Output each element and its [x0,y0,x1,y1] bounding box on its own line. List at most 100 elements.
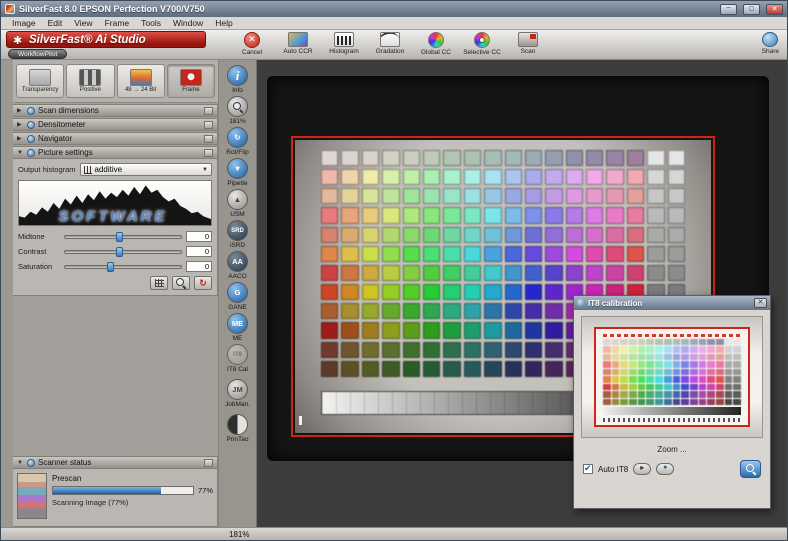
transparency-mode-button[interactable]: Transparency [16,64,64,98]
expert-grid-button[interactable] [150,276,168,290]
slider-handle[interactable] [116,247,123,257]
dialog-titlebar[interactable]: IT8 calibration [574,296,770,310]
magnifier-icon [175,277,187,289]
title-bar[interactable]: SilverFast 8.0 EPSON Perfection V700/V75… [1,1,787,17]
share-button[interactable]: Share [762,30,779,59]
window-title: SilverFast 8.0 EPSON Perfection V700/V75… [19,4,714,14]
frame-icon [180,69,202,86]
menu-window[interactable]: Window [167,18,209,28]
dialog-close-button[interactable] [754,298,767,308]
panel-scan-dimensions[interactable]: Scan dimensions [13,104,218,117]
rotate-flip-icon: ↻ [227,127,248,148]
it8-target-preview [581,316,763,438]
tool-job-manager[interactable]: JM JobMan. [225,379,250,408]
silverfast-logo: ✱ SilverFast® Ai Studio [6,31,206,48]
expand-arrow-icon[interactable] [17,107,24,114]
magnifier-icon [745,463,757,475]
saturation-slider[interactable] [64,265,182,269]
tool-multi-exposure[interactable]: ME ME [227,313,248,342]
pipette-icon: ▼ [227,158,248,179]
job-manager-icon: JM [227,379,248,400]
tool-info[interactable]: i Info [227,65,248,94]
zoom-histogram-button[interactable] [172,276,190,290]
frame-mode-button[interactable]: Frame [167,64,215,98]
auto-it8-checkbox[interactable] [583,464,593,474]
stop-button[interactable] [656,463,674,475]
midtone-row: Midtone [18,231,212,242]
menu-edit[interactable]: Edit [42,18,69,28]
menu-help[interactable]: Help [209,18,238,28]
gradation-curve-icon [380,32,400,47]
dialog-title: IT8 calibration [588,299,751,308]
prescan-label: Prescan [52,474,213,483]
tool-rotate-flip[interactable]: ↻ Rot/Flip [226,127,248,156]
tool-printao[interactable]: PrinTao [226,414,248,443]
panel-detach-icon[interactable] [204,107,213,115]
menu-view[interactable]: View [68,18,98,28]
global-color-icon [428,32,444,48]
panel-picture-settings[interactable]: Picture settings [13,146,218,159]
bit-depth-button[interactable]: 48 → 24 Bit [117,64,165,98]
expand-arrow-icon[interactable] [17,135,24,142]
scanner-status-body: Prescan 77% Scanning Image (77%) [13,469,218,527]
expand-arrow-icon[interactable] [17,121,24,128]
main-toolbar: Cancel Auto CCR Histogram Gradation Glob… [211,30,549,59]
collapse-arrow-icon[interactable] [17,150,24,156]
dialog-icon [577,299,585,307]
mini-it8-chart [594,327,750,427]
picture-settings-body: Output histogram additive ▼ Midtone [13,159,218,296]
status-bar: 181% [1,527,787,540]
slider-handle[interactable] [116,232,123,242]
tool-zoom[interactable]: 181% [227,96,248,125]
histogram-icon [334,32,354,47]
close-button[interactable] [766,4,783,15]
saturation-value-input[interactable] [186,261,212,272]
midtone-slider[interactable] [64,235,182,239]
selective-cc-button[interactable]: Selective CC [461,32,503,59]
midtone-value-input[interactable] [186,231,212,242]
menu-frame[interactable]: Frame [99,18,136,28]
tool-usm[interactable]: ▲ USM [227,189,248,218]
panel-detach-icon[interactable] [204,121,213,129]
scan-button[interactable]: Scan [507,32,549,59]
tool-aaco[interactable]: AA AACO [227,251,248,280]
menu-tools[interactable]: Tools [135,18,167,28]
scanner-icon [518,32,538,47]
reset-button[interactable] [194,276,212,290]
tool-it8-calibration[interactable]: IT8 IT8 Cal [227,344,248,373]
auto-ccr-icon [288,32,308,47]
tool-gane[interactable]: G GANE [227,282,248,311]
histogram-mode-select[interactable]: additive ▼ [80,163,212,176]
dialog-body: Zoom ... Auto IT8 [574,310,770,508]
positive-mode-button[interactable]: Positive [66,64,114,98]
panel-detach-icon[interactable] [204,459,213,467]
panel-navigator[interactable]: Navigator [13,132,218,145]
cancel-button[interactable]: Cancel [231,32,273,59]
app-icon [5,4,15,14]
start-calibration-button[interactable] [633,463,651,475]
menu-image[interactable]: Image [6,18,42,28]
contrast-value-input[interactable] [186,246,212,257]
gradation-button[interactable]: Gradation [369,32,411,59]
contrast-slider[interactable] [64,250,182,254]
panel-densitometer[interactable]: Densitometer [13,118,218,131]
collapse-arrow-icon[interactable] [17,460,24,466]
tool-isrd[interactable]: SRD iSRD [227,220,248,249]
panel-detach-icon[interactable] [204,149,213,157]
minimize-button[interactable] [720,4,737,15]
slider-handle[interactable] [107,262,114,272]
workflow-pilot-button[interactable]: WorkflowPilot [8,49,67,59]
header-bar: ✱ SilverFast® Ai Studio WorkflowPilot Ca… [1,30,787,60]
panel-detach-icon[interactable] [204,135,213,143]
it8-calibration-dialog[interactable]: IT8 calibration Zoom ... [573,295,771,509]
tool-pipette[interactable]: ▼ Pipette [227,158,248,187]
dialog-zoom-button[interactable] [740,460,761,478]
zoom-label: Zoom ... [581,445,763,454]
auto-ccr-button[interactable]: Auto CCR [277,32,319,59]
global-cc-button[interactable]: Global CC [415,32,457,59]
histogram-button[interactable]: Histogram [323,32,365,59]
maximize-button[interactable] [743,4,760,15]
gane-icon: G [227,282,248,303]
preview-area[interactable]: IT8 calibration Zoom ... [257,60,787,527]
panel-scanner-status[interactable]: Scanner status [13,456,218,469]
